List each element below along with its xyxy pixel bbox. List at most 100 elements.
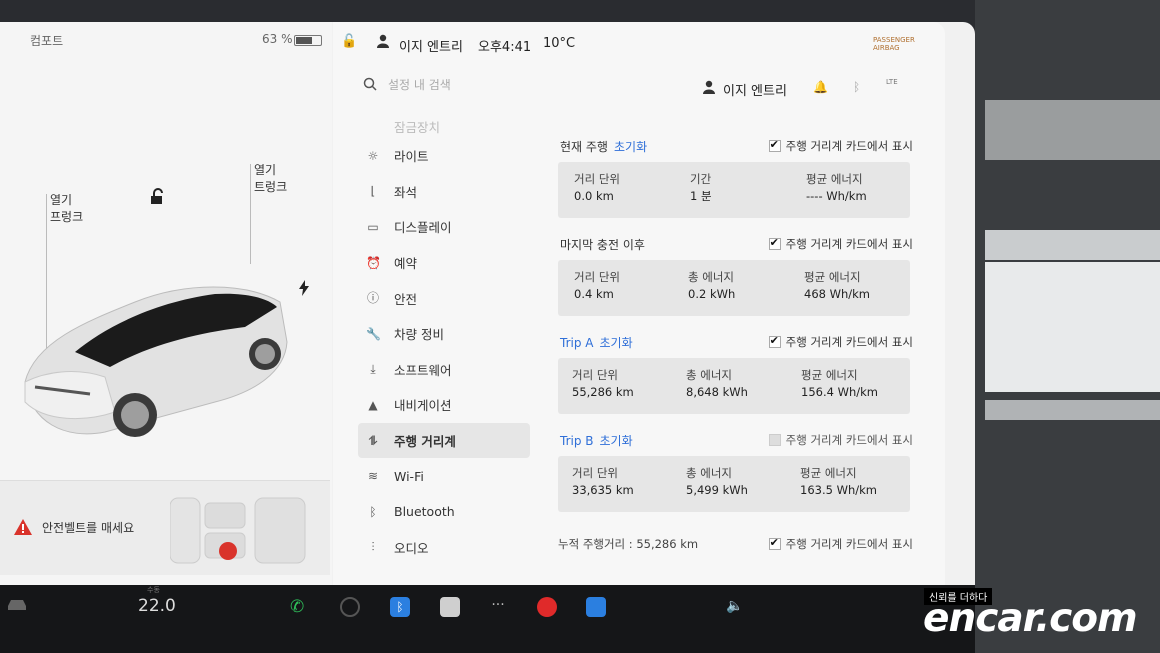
menu-item-display[interactable]: ▭ 디스플레이: [358, 209, 530, 245]
drive-mode[interactable]: 컴포트: [30, 32, 63, 49]
bluetooth-icon[interactable]: ᛒ: [390, 597, 410, 617]
stat-total-energy: 총 에너지 5,499 kWh: [686, 466, 748, 497]
profile-button[interactable]: 이지 엔트리: [723, 80, 787, 99]
show-on-card-checkbox[interactable]: 주행 거리계 카드에서 표시: [768, 138, 913, 154]
more-icon[interactable]: ···: [488, 597, 508, 617]
search-icon: [363, 77, 377, 91]
settings-search-input[interactable]: [388, 74, 588, 96]
wrench-icon: 🔧: [366, 326, 381, 341]
seat-occupancy-map: [170, 497, 306, 564]
show-on-card-checkbox[interactable]: 주행 거리계 카드에서 표시: [768, 334, 913, 350]
menu-item-audio[interactable]: ⫶ 오디오: [358, 530, 530, 566]
menu-item-service[interactable]: 🔧 차량 정비: [358, 316, 530, 352]
section-title: 마지막 충전 이후: [560, 238, 645, 252]
settings-header: 이지 엔트리 🔔 ᛒ LTE: [333, 62, 945, 110]
lte-signal-icon: LTE: [886, 78, 898, 86]
driver-profile[interactable]: 이지 엔트리: [399, 36, 463, 55]
stat-total-energy: 총 에너지 0.2 kWh: [688, 270, 736, 301]
bell-icon[interactable]: 🔔: [813, 80, 828, 94]
trip-stats: 거리 단위 55,286 km 총 에너지 8,648 kWh 평균 에너지 156.…: [558, 358, 910, 414]
warning-icon: [14, 519, 32, 535]
stat-avg-energy: 평균 에너지 468 Wh/km: [804, 270, 871, 301]
alert-message: 안전벨트를 매세요: [42, 521, 135, 535]
stat-avg-energy: 평균 에너지 163.5 Wh/km: [800, 466, 877, 497]
menu-item-lights[interactable]: ☼ 라이트: [358, 138, 530, 174]
checkbox[interactable]: [768, 236, 781, 250]
seatbelt-alert: 안전벨트를 매세요: [0, 480, 330, 575]
menu-item-schedule[interactable]: ⏰ 예약: [358, 245, 530, 281]
clock: 오후4:41: [478, 40, 532, 55]
car-status-bar: 컴포트 63 %: [0, 32, 332, 52]
display-icon: ▭: [367, 219, 379, 234]
reset-current-trip-button[interactable]: 초기화: [614, 140, 647, 154]
passenger-airbag-indicator: PASSENGER AIRBAG: [873, 36, 915, 52]
climate-mode-label: 수동: [147, 586, 160, 594]
menu-item-safety[interactable]: ⓘ 안전: [358, 280, 530, 316]
music-icon[interactable]: [537, 597, 557, 617]
reset-trip-b-button[interactable]: 초기화: [600, 434, 633, 448]
settings-menu: 잠금장치 ☼ 라이트 ⌊ 좌석 ▭ 디스플레이 ⏰ 예약 ⓘ 안전 🔧 차량 정…: [358, 114, 530, 565]
section-title: 현재 주행: [560, 140, 608, 154]
menu-item-bluetooth[interactable]: ᛒ Bluetooth: [358, 494, 530, 530]
reset-trip-a-button[interactable]: 초기화: [599, 336, 632, 350]
checkbox[interactable]: [768, 334, 781, 348]
settings-panel: 🔓 이지 엔트리 오후4:41 10°C PASSENGER AIRBAG 이지…: [333, 22, 945, 587]
watermark-logo: encar.com: [923, 596, 1138, 641]
messages-icon[interactable]: [586, 597, 606, 617]
checkbox[interactable]: [768, 434, 781, 446]
bluetooth-status-icon: ᛒ: [853, 80, 861, 94]
menu-item-software[interactable]: ⤓ 소프트웨어: [358, 352, 530, 388]
odometer-value: 누적 주행거리 : 55,286 km: [558, 537, 699, 551]
camera-icon[interactable]: [340, 597, 360, 617]
stat-distance: 거리 단위 33,635 km: [572, 466, 634, 497]
phone-icon[interactable]: ✆: [290, 597, 310, 617]
outside-temperature: 10°C: [543, 36, 576, 51]
section-title: Trip B: [560, 434, 594, 448]
trip-b-section: Trip B 초기화 주행 거리계 카드에서 표시 거리 단위 33,635 km …: [558, 426, 913, 524]
toybox-icon[interactable]: [440, 597, 460, 617]
stat-total-energy: 총 에너지 8,648 kWh: [686, 368, 748, 399]
battery-percent: 63 %: [262, 32, 293, 46]
open-frunk-button[interactable]: 열기 프렁크: [50, 192, 83, 226]
trip-stats: 거리 단위 33,635 km 총 에너지 5,499 kWh 평균 에너지 163.…: [558, 456, 910, 512]
trunk-pointer-line: [250, 164, 251, 264]
open-trunk-button[interactable]: 열기 트렁크: [254, 162, 287, 196]
top-status-bar: 🔓 이지 엔트리 오후4:41 10°C PASSENGER AIRBAG: [333, 22, 945, 62]
volume-icon[interactable]: 🔈: [726, 598, 746, 618]
checkbox[interactable]: [768, 536, 781, 550]
charge-port-icon[interactable]: [298, 280, 310, 296]
car-interior-background: [975, 0, 1160, 653]
trip-icon: ⥮: [368, 433, 378, 448]
encar-watermark: 신뢰를 더하다 encar.com: [918, 586, 1160, 653]
checkbox[interactable]: [768, 138, 781, 152]
menu-item-locks[interactable]: 잠금장치: [358, 114, 530, 138]
show-odometer-checkbox[interactable]: 주행 거리계 카드에서 표시: [768, 536, 913, 552]
odometer-row: 누적 주행거리 : 55,286 km 주행 거리계 카드에서 표시: [558, 536, 913, 556]
seat-icon: ⌊: [370, 184, 376, 199]
stat-distance: 거리 단위 55,286 km: [572, 368, 634, 399]
menu-item-wifi[interactable]: ≋ Wi-Fi: [358, 458, 530, 494]
stat-avg-energy: 평균 에너지 156.4 Wh/km: [801, 368, 878, 399]
lock-icon: [366, 119, 380, 133]
stat-distance: 거리 단위 0.4 km: [574, 270, 620, 301]
current-trip-section: 현재 주행 초기화 주행 거리계 카드에서 표시 거리 단위0.0 km 기간1 …: [558, 132, 913, 230]
cabin-temperature[interactable]: 22.0: [138, 596, 176, 616]
menu-item-trips[interactable]: ⥮ 주행 거리계: [358, 422, 530, 459]
unlock-icon[interactable]: [148, 188, 166, 206]
sun-icon: ☼: [367, 148, 379, 163]
car-visualization-panel: 컴포트 63 % 열기 프렁크 열기 트렁크 안전벨트를 매세요: [0, 22, 332, 587]
equalizer-icon: ⫶: [371, 540, 375, 555]
show-on-card-checkbox[interactable]: 주행 거리계 카드에서 표시: [768, 236, 913, 252]
stat-duration: 기간 1 분: [690, 172, 712, 203]
lock-icon[interactable]: 🔓: [341, 34, 357, 49]
profile-icon: [703, 80, 715, 94]
show-on-card-checkbox[interactable]: 주행 거리계 카드에서 표시: [768, 432, 913, 448]
wifi-icon: ≋: [367, 469, 379, 484]
menu-item-seats[interactable]: ⌊ 좌석: [358, 174, 530, 210]
info-icon: ⓘ: [366, 291, 379, 306]
menu-item-navigation[interactable]: ▲ 내비게이션: [358, 387, 530, 423]
alarm-icon: ⏰: [366, 255, 381, 270]
car-icon[interactable]: [6, 597, 28, 611]
download-icon: ⤓: [370, 362, 376, 377]
trip-a-section: Trip A 초기화 주행 거리계 카드에서 표시 거리 단위55,286 km …: [558, 328, 913, 426]
